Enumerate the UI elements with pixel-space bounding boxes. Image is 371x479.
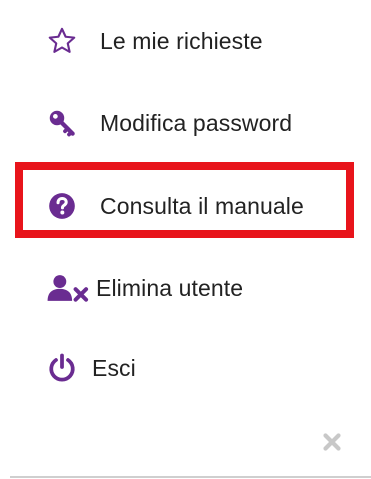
question-circle-icon xyxy=(46,190,78,222)
power-icon xyxy=(46,352,78,384)
menu-item-user-manual[interactable]: Consulta il manuale xyxy=(46,186,346,226)
user-times-icon xyxy=(46,272,90,304)
menu-item-delete-user[interactable]: Elimina utente xyxy=(46,268,346,308)
menu-item-label: Modifica password xyxy=(100,109,293,136)
menu-item-logout[interactable]: Esci xyxy=(46,348,346,388)
menu-item-label: Esci xyxy=(92,354,136,381)
menu-item-my-requests[interactable]: Le mie richieste xyxy=(46,21,346,61)
close-icon xyxy=(322,432,342,457)
divider xyxy=(10,476,371,478)
menu-item-label: Elimina utente xyxy=(96,274,244,301)
menu-item-label: Consulta il manuale xyxy=(100,192,304,219)
star-outline-icon xyxy=(46,25,78,57)
menu-item-label: Le mie richieste xyxy=(100,27,263,54)
close-button[interactable] xyxy=(318,430,346,458)
user-menu: Le mie richieste Modifica password Consu… xyxy=(0,0,371,479)
key-icon xyxy=(46,107,78,139)
menu-item-change-password[interactable]: Modifica password xyxy=(46,103,346,143)
